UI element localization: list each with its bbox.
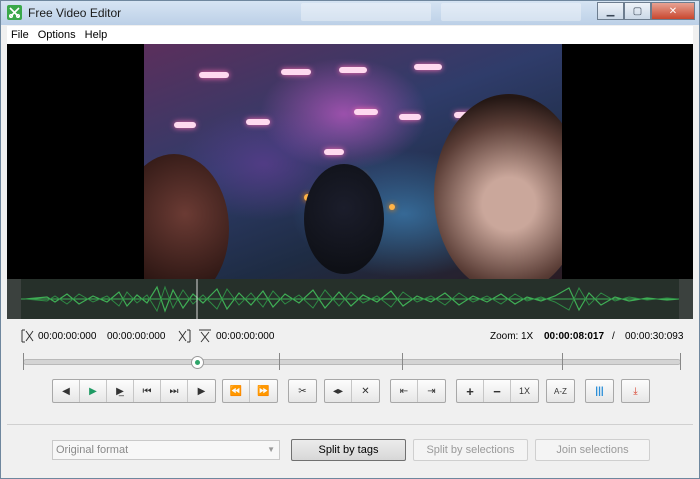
title-bar: Free Video Editor ▁ ▢ ✕ bbox=[1, 1, 699, 25]
audio-waveform[interactable] bbox=[7, 279, 693, 319]
sort-button[interactable]: A-Z bbox=[547, 380, 574, 402]
menu-file[interactable]: File bbox=[11, 29, 29, 41]
play-selection-icon[interactable]: ▶̲ bbox=[107, 380, 134, 402]
zoom-value: 1X bbox=[521, 331, 534, 342]
divider bbox=[7, 424, 693, 425]
waveform-graphic bbox=[21, 279, 680, 319]
video-preview[interactable] bbox=[7, 44, 693, 279]
timeline-tick bbox=[279, 353, 280, 370]
time-separator: / bbox=[612, 331, 615, 342]
menu-bar: File Options Help bbox=[7, 26, 693, 44]
save-download-icon[interactable]: ⤓ bbox=[622, 380, 649, 402]
split-by-selections-button[interactable]: Split by selections bbox=[413, 439, 528, 461]
zoom-out-icon[interactable]: − bbox=[484, 380, 511, 402]
scissors-cut-icon[interactable]: ✂ bbox=[289, 380, 316, 402]
end-time: 00:00:00:000 bbox=[107, 331, 166, 342]
background-blur bbox=[301, 3, 431, 21]
menu-options[interactable]: Options bbox=[38, 29, 76, 41]
window-title: Free Video Editor bbox=[28, 6, 122, 20]
marker-controls: ◂▸ ✕ bbox=[324, 379, 380, 403]
prev-marker-icon[interactable]: ⇤ bbox=[391, 380, 418, 402]
timeline-tick bbox=[402, 353, 403, 370]
zoom-controls: + − 1X bbox=[456, 379, 539, 403]
total-time: 00:00:30:093 bbox=[625, 331, 684, 342]
menu-help[interactable]: Help bbox=[85, 29, 108, 41]
split-marker-icon[interactable]: ◂▸ bbox=[325, 380, 352, 402]
video-frame bbox=[144, 44, 562, 279]
chevron-down-icon: ▼ bbox=[267, 445, 275, 454]
play-icon[interactable]: ▶ bbox=[80, 380, 107, 402]
current-time: 00:00:08:017 bbox=[544, 331, 605, 342]
timeline-scrubber[interactable] bbox=[23, 359, 681, 365]
timeline-tick bbox=[562, 353, 563, 370]
playhead-handle[interactable] bbox=[191, 356, 204, 369]
zoom-label: Zoom: bbox=[490, 331, 519, 342]
timeline-tick bbox=[23, 353, 24, 370]
cut-time: 00:00:00:000 bbox=[216, 331, 275, 342]
next-frame-icon[interactable]: ⏭ bbox=[161, 380, 188, 402]
minimize-button[interactable]: ▁ bbox=[597, 2, 624, 20]
step-back-icon[interactable]: ◀ bbox=[53, 380, 80, 402]
set-start-icon[interactable] bbox=[21, 329, 35, 343]
zoom-in-icon[interactable]: + bbox=[457, 380, 484, 402]
sort-controls: A-Z bbox=[546, 379, 575, 403]
columns-view-icon[interactable]: ||| bbox=[586, 380, 613, 402]
selection-jump-controls: ⇤ ⇥ bbox=[390, 379, 446, 403]
next-marker-icon[interactable]: ⇥ bbox=[418, 380, 445, 402]
save-controls: ⤓ bbox=[621, 379, 650, 403]
join-selections-button[interactable]: Join selections bbox=[535, 439, 650, 461]
start-time: 00:00:00:000 bbox=[38, 331, 97, 342]
delete-marker-icon[interactable]: ✕ bbox=[352, 380, 379, 402]
view-controls: ||| bbox=[585, 379, 614, 403]
background-blur bbox=[441, 3, 581, 21]
previous-frame-icon[interactable]: ⏮ bbox=[134, 380, 161, 402]
step-forward-icon[interactable]: ▶ bbox=[188, 380, 215, 402]
maximize-button[interactable]: ▢ bbox=[624, 2, 651, 20]
format-select[interactable]: Original format ▼ bbox=[52, 440, 280, 460]
set-end-icon[interactable] bbox=[177, 329, 191, 343]
app-window: Free Video Editor ▁ ▢ ✕ File Options Hel… bbox=[0, 0, 700, 479]
jump-start-icon[interactable]: ⏪ bbox=[223, 380, 250, 402]
zoom-reset-button[interactable]: 1X bbox=[511, 380, 538, 402]
close-button[interactable]: ✕ bbox=[651, 2, 695, 20]
playback-controls: ◀ ▶ ▶̲ ⏮ ⏭ ▶ bbox=[52, 379, 216, 403]
app-logo-icon bbox=[7, 5, 22, 20]
timeline-tick bbox=[680, 353, 681, 370]
format-select-value: Original format bbox=[56, 444, 129, 456]
jump-controls: ⏪ ⏩ bbox=[222, 379, 278, 403]
split-by-tags-button[interactable]: Split by tags bbox=[291, 439, 406, 461]
cut-marker-icon[interactable] bbox=[198, 329, 212, 343]
cut-controls: ✂ bbox=[288, 379, 317, 403]
jump-end-icon[interactable]: ⏩ bbox=[250, 380, 277, 402]
